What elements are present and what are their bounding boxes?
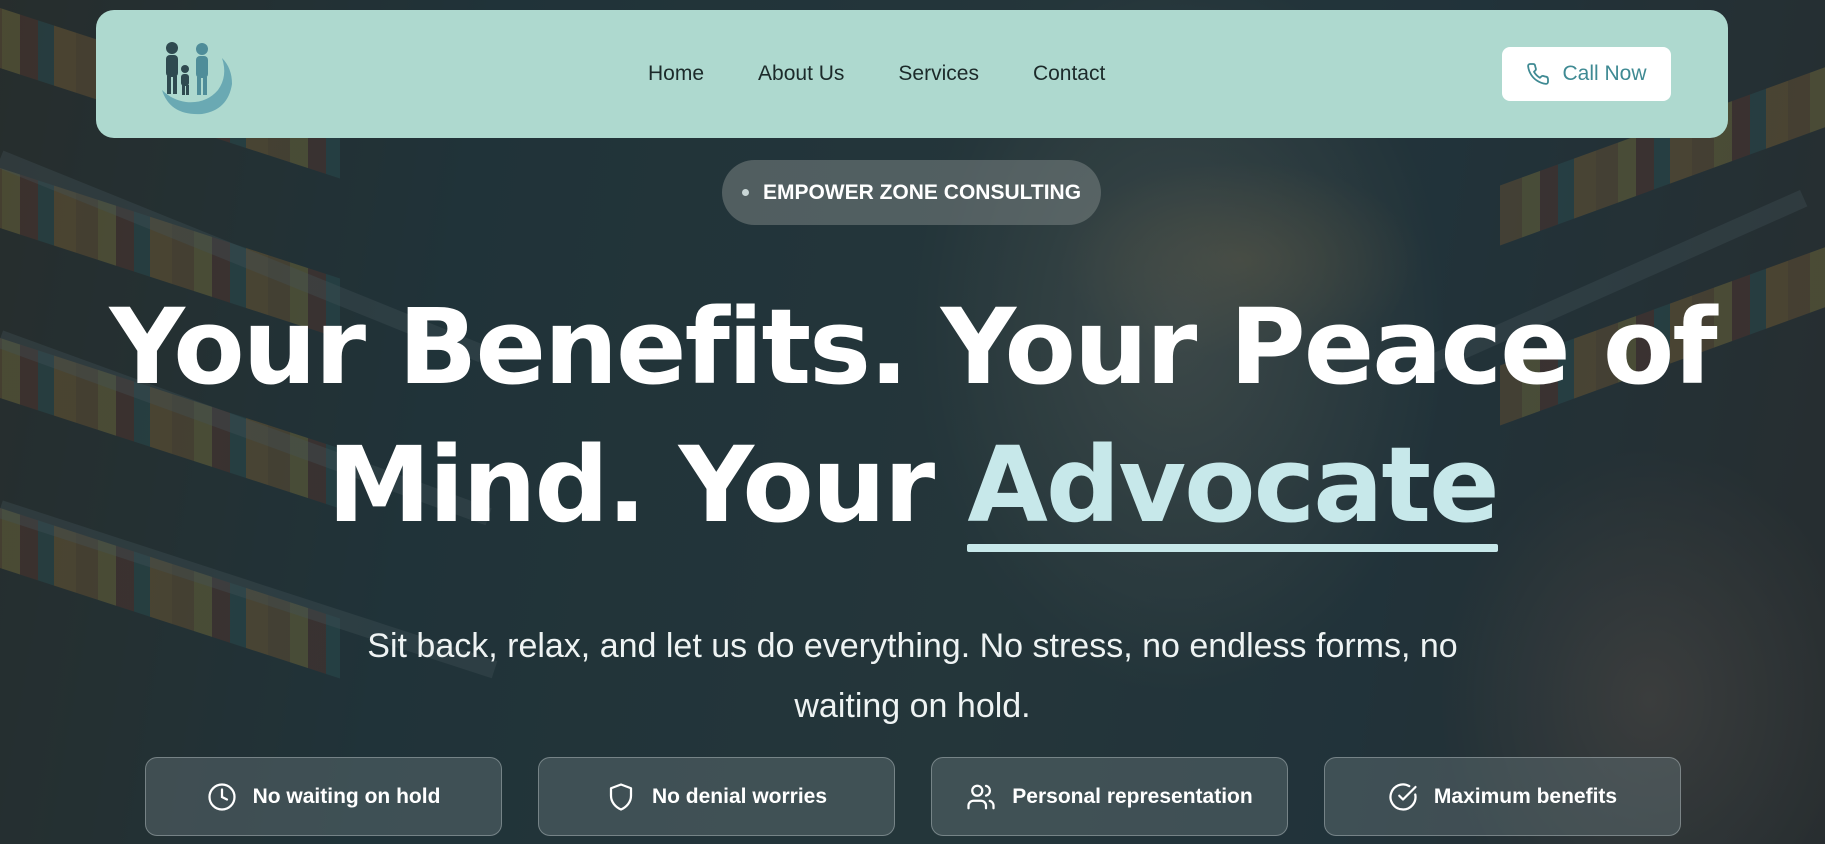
- hero-subtitle: Sit back, relax, and let us do everythin…: [367, 627, 1458, 725]
- feature-label: Personal representation: [1012, 784, 1253, 808]
- call-now-button[interactable]: Call Now: [1502, 47, 1671, 101]
- hero-headline-plain: Mind. Your: [327, 424, 968, 546]
- hero-headline-accent: Advocate: [967, 416, 1500, 554]
- company-badge: EMPOWER ZONE CONSULTING: [722, 160, 1101, 225]
- nav-about-us[interactable]: About Us: [758, 62, 844, 86]
- call-now-label: Call Now: [1562, 62, 1647, 85]
- users-icon: [967, 784, 995, 809]
- main-menu: Home About Us Services Contact: [648, 10, 1159, 138]
- hero-headline-line-1: Your Benefits. Your Peace of: [109, 286, 1717, 408]
- hero-headline-line-2: Mind. Your Advocate: [0, 416, 1825, 554]
- family-hand-logo[interactable]: [156, 32, 236, 116]
- feature-maximum-benefits: Maximum benefits: [1324, 757, 1681, 836]
- shield-icon: [609, 782, 633, 811]
- nav-services[interactable]: Services: [898, 62, 979, 86]
- feature-no-waiting: No waiting on hold: [145, 757, 502, 836]
- feature-no-denial: No denial worries: [538, 757, 895, 836]
- navbar: Home About Us Services Contact Call Now: [96, 10, 1728, 138]
- nav-home[interactable]: Home: [648, 62, 704, 86]
- badge-dot: [741, 189, 749, 196]
- nav-contact[interactable]: Contact: [1033, 62, 1105, 86]
- feature-label: No denial worries: [651, 784, 828, 808]
- clock-icon: [207, 782, 236, 811]
- feature-personal-representation: Personal representation: [931, 757, 1288, 836]
- phone-icon: [1527, 63, 1550, 85]
- check-circle-icon: [1389, 782, 1417, 811]
- feature-label: No waiting on hold: [252, 784, 441, 808]
- feature-label: Maximum benefits: [1433, 784, 1618, 808]
- badge-text: EMPOWER ZONE CONSULTING: [762, 180, 1082, 204]
